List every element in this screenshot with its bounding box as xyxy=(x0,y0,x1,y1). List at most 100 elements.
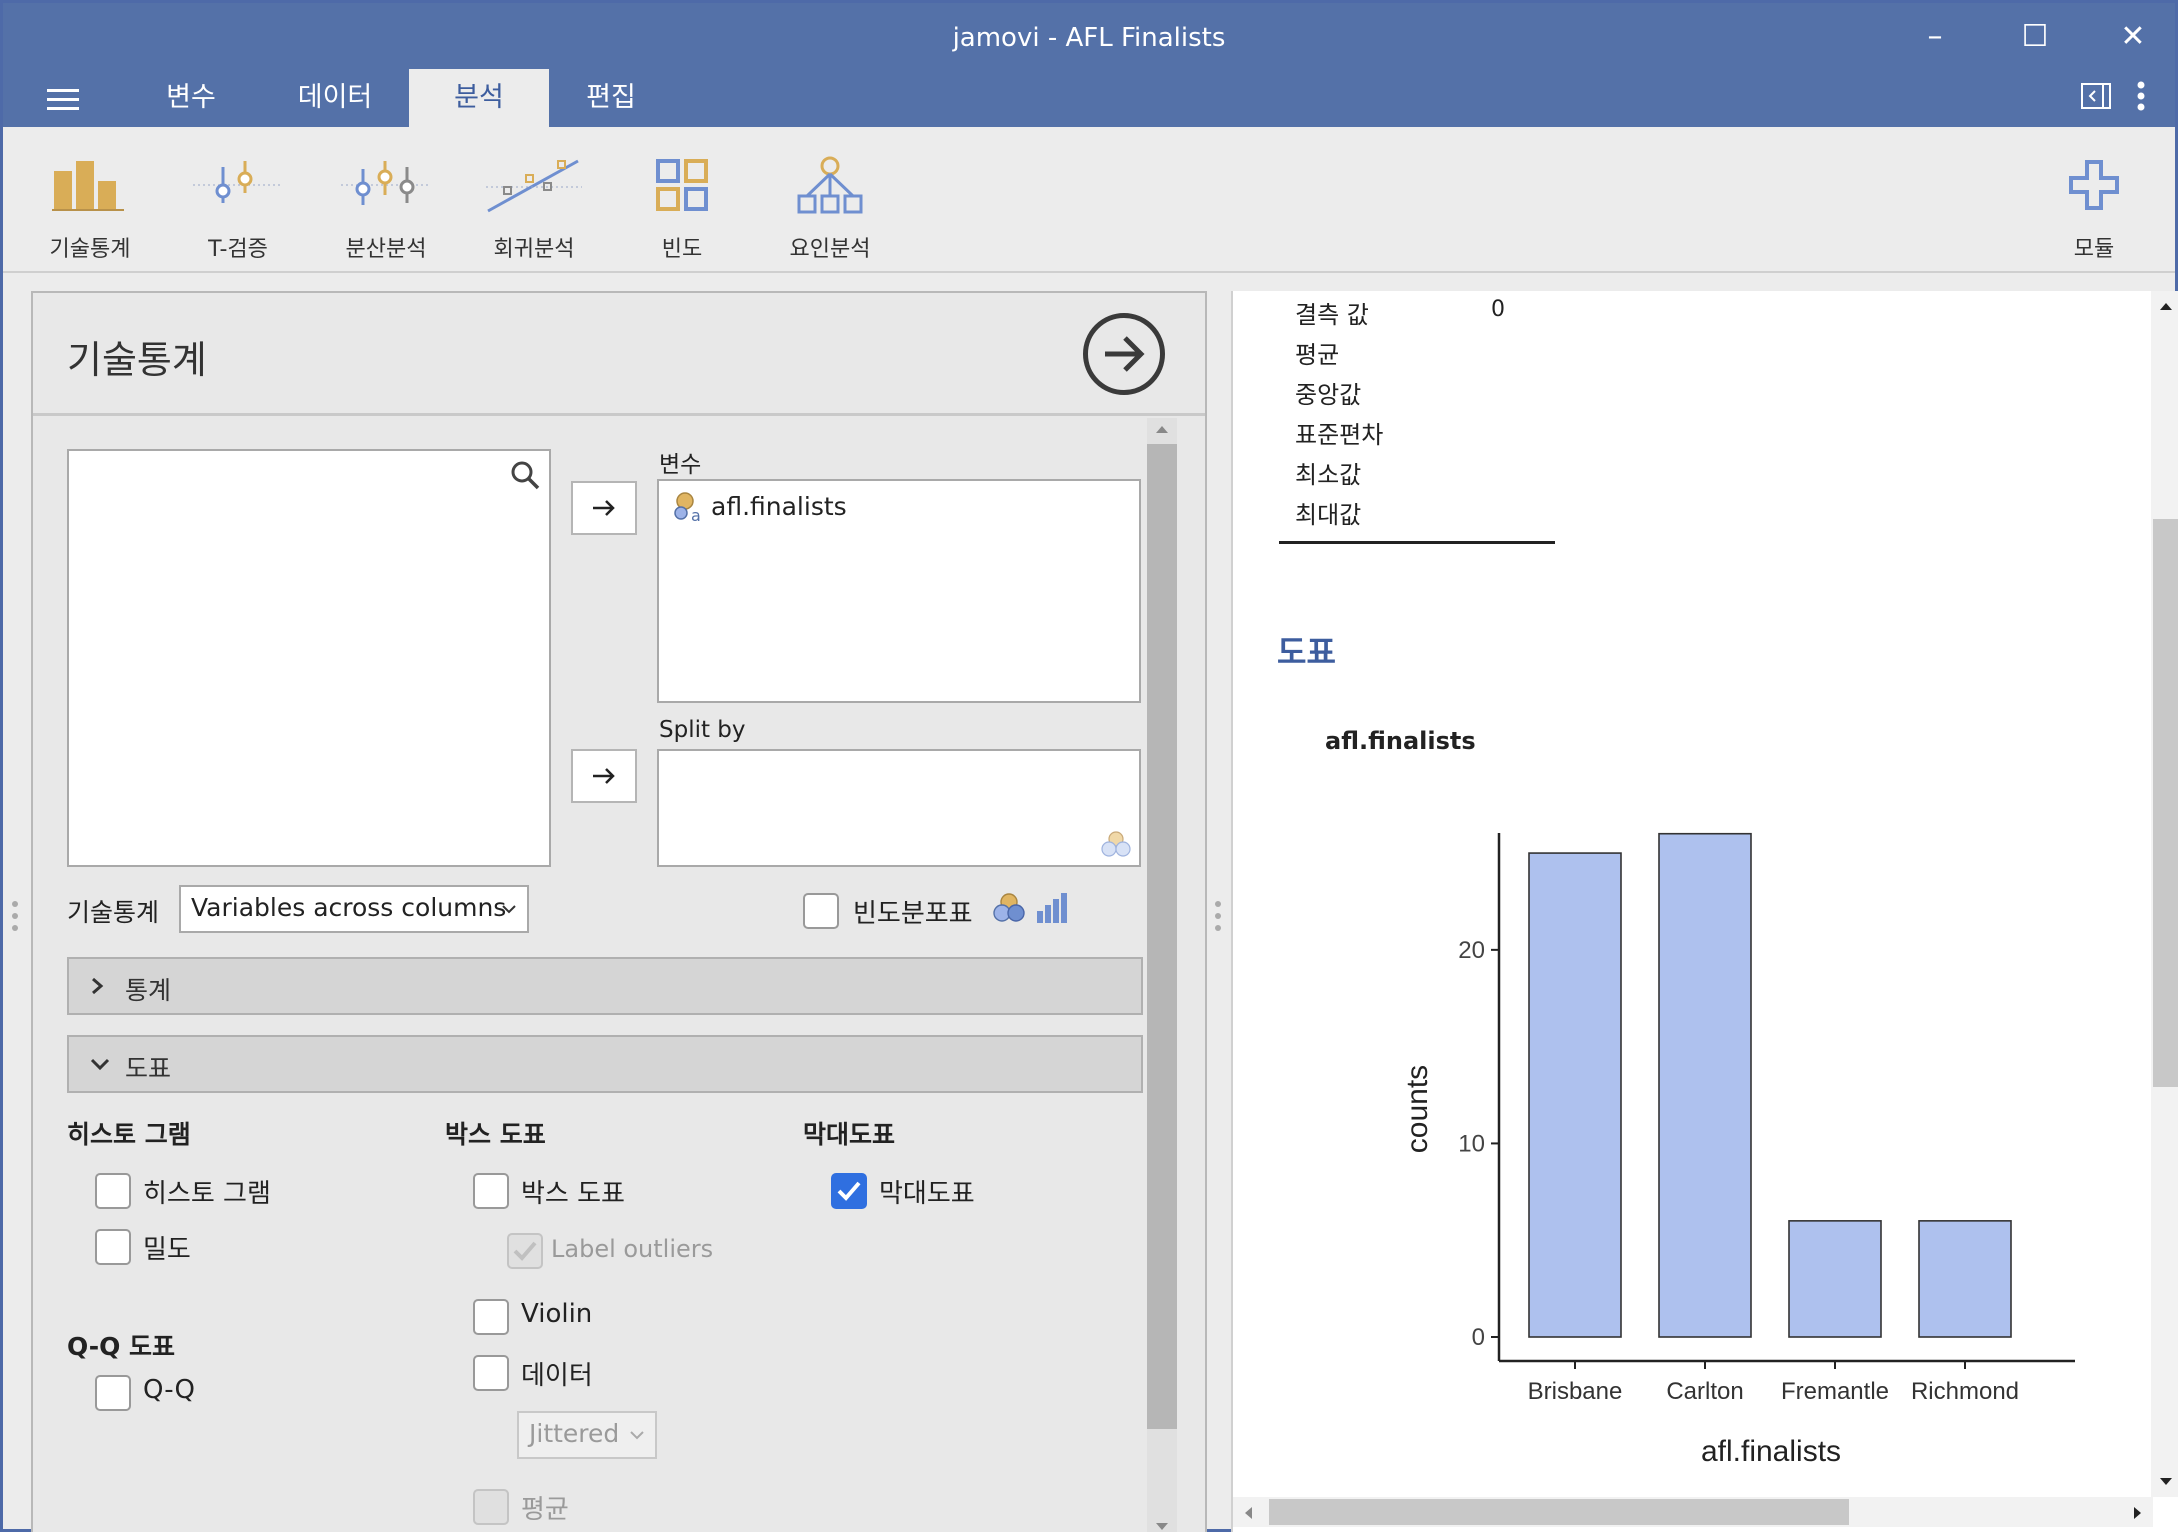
ribbon-label: T-검증 xyxy=(208,237,268,262)
x-tick-label: Richmond xyxy=(1911,1378,2019,1405)
scroll-down-icon[interactable] xyxy=(2159,1477,2173,1487)
mode-toggle-icon[interactable] xyxy=(2081,83,2111,113)
ribbon-ttest[interactable]: T-검증 xyxy=(173,153,303,263)
data-points-checkbox[interactable] xyxy=(473,1355,509,1391)
plus-icon xyxy=(2029,153,2159,217)
move-to-variables-button[interactable] xyxy=(571,481,637,535)
jitter-select: Jittered xyxy=(517,1411,657,1459)
available-variables-list[interactable] xyxy=(67,449,551,867)
results-vertical-scrollbar[interactable] xyxy=(2151,291,2178,1497)
scrollbar-thumb[interactable] xyxy=(1147,444,1177,1429)
tab-variables[interactable]: 변수 xyxy=(121,69,261,127)
variables-target-list[interactable]: a afl.finalists xyxy=(657,479,1141,703)
left-splitter-handle[interactable] xyxy=(12,901,18,937)
ribbon-label: 기술통계 xyxy=(49,237,131,262)
scrollbar-thumb[interactable] xyxy=(2153,519,2178,1087)
violin-label: Violin xyxy=(521,1299,593,1329)
arrow-right-icon xyxy=(593,768,615,784)
bar-chart: 0 10 20 Brisbane Carlton Fremantle Richmond afl… xyxy=(1401,832,2075,1468)
histogram-heading: 히스토 그램 xyxy=(67,1120,191,1149)
density-checkbox[interactable] xyxy=(95,1229,131,1265)
ribbon-descriptives[interactable]: 기술통계 xyxy=(25,153,155,263)
ribbon-label: 회귀분석 xyxy=(493,237,575,262)
scroll-up-icon[interactable] xyxy=(2159,301,2173,311)
anova-icon xyxy=(321,153,451,217)
descriptives-layout-select[interactable]: Variables across columns xyxy=(179,885,529,933)
scroll-left-icon[interactable] xyxy=(1243,1506,1253,1520)
plots-section-header[interactable]: 도표 xyxy=(67,1035,1143,1093)
statistics-section-label: 통계 xyxy=(125,976,172,1005)
close-button[interactable]: ✕ xyxy=(2103,15,2163,59)
app-window: jamovi - AFL Finalists – ☐ ✕ 변수 데이터 분석 편… xyxy=(0,0,2178,1532)
ribbon-label: 모듈 xyxy=(2073,237,2115,262)
factor-icon xyxy=(765,153,895,217)
move-to-split-button[interactable] xyxy=(571,749,637,803)
variables-label: 변수 xyxy=(659,452,702,478)
scroll-right-icon[interactable] xyxy=(2133,1506,2143,1520)
split-by-label: Split by xyxy=(659,717,746,743)
qq-checkbox[interactable] xyxy=(95,1375,131,1411)
options-scrollbar[interactable] xyxy=(1147,418,1177,1532)
split-by-target-list[interactable] xyxy=(657,749,1141,867)
chevron-right-icon xyxy=(92,977,104,995)
ribbon-frequencies[interactable]: 빈도 xyxy=(617,153,747,263)
ribbon-label: 빈도 xyxy=(661,237,703,262)
regression-icon xyxy=(469,153,599,217)
y-tick-label: 0 xyxy=(1472,1324,1485,1351)
x-tick-label: Fremantle xyxy=(1781,1378,1889,1405)
search-icon[interactable] xyxy=(509,459,541,491)
violin-checkbox[interactable] xyxy=(473,1299,509,1335)
title-bar: jamovi - AFL Finalists – ☐ ✕ 변수 데이터 분석 편… xyxy=(3,3,2175,127)
panel-splitter-handle[interactable] xyxy=(1215,901,1221,937)
ttest-icon xyxy=(173,153,303,217)
ribbon-label: 분산분석 xyxy=(345,237,427,262)
ribbon-factor[interactable]: 요인분석 xyxy=(765,153,895,263)
ribbon-modules[interactable]: 모듈 xyxy=(2029,153,2159,263)
bar-chart-icon xyxy=(1037,893,1067,923)
tab-data[interactable]: 데이터 xyxy=(265,69,405,127)
qq-label: Q-Q xyxy=(143,1375,195,1405)
checkmark-icon xyxy=(837,1181,861,1201)
boxplot-label: 박스 도표 xyxy=(521,1179,625,1209)
select-value: Jittered xyxy=(529,1419,620,1448)
ribbon-regression[interactable]: 회귀분석 xyxy=(469,153,599,263)
arrow-right-circle-icon xyxy=(1105,336,1145,372)
variable-item[interactable]: a afl.finalists xyxy=(671,489,847,523)
barplot-heading: 막대도표 xyxy=(803,1120,896,1149)
frequency-tables-label: 빈도분포표 xyxy=(853,899,973,929)
ribbon-anova[interactable]: 분산분석 xyxy=(321,153,451,263)
barplot-checkbox[interactable] xyxy=(831,1173,867,1209)
scroll-up-icon[interactable] xyxy=(1155,424,1169,434)
bar-chart-icon xyxy=(25,153,155,217)
options-panel: 기술통계 변수 a afl.finalists Split by 기술통계 Va… xyxy=(31,291,1207,1532)
histogram-checkbox[interactable] xyxy=(95,1173,131,1209)
qq-heading: Q-Q 도표 xyxy=(67,1332,176,1361)
mean-label: 평균 xyxy=(521,1495,569,1525)
descriptives-layout-label: 기술통계 xyxy=(67,898,160,927)
x-tick-label: Brisbane xyxy=(1528,1378,1623,1405)
bar xyxy=(1788,1220,1882,1338)
boxplot-heading: 박스 도표 xyxy=(445,1120,546,1149)
scrollbar-thumb[interactable] xyxy=(1269,1499,1849,1525)
more-options-icon[interactable] xyxy=(2137,81,2145,115)
chevron-down-icon xyxy=(502,905,516,914)
tab-analyses[interactable]: 분석 xyxy=(409,69,549,127)
svg-text:a: a xyxy=(691,506,701,523)
maximize-button[interactable]: ☐ xyxy=(2005,15,2065,59)
boxplot-checkbox[interactable] xyxy=(473,1173,509,1209)
run-analysis-button[interactable] xyxy=(1083,313,1165,395)
hamburger-menu-icon[interactable] xyxy=(47,89,79,111)
chevron-down-icon xyxy=(630,1431,644,1440)
minimize-button[interactable]: – xyxy=(1905,15,1965,59)
density-label: 밀도 xyxy=(143,1235,191,1265)
panel-divider xyxy=(33,413,1205,416)
scroll-down-icon[interactable] xyxy=(1155,1522,1169,1532)
window-title: jamovi - AFL Finalists xyxy=(952,23,1226,53)
frequencies-icon xyxy=(617,153,747,217)
tab-edit[interactable]: 편집 xyxy=(541,69,681,127)
histogram-label: 히스토 그램 xyxy=(143,1179,271,1209)
frequency-tables-checkbox[interactable] xyxy=(803,893,839,929)
statistics-section-header[interactable]: 통계 xyxy=(67,957,1143,1015)
variable-types-icon xyxy=(1101,831,1131,857)
results-horizontal-scrollbar[interactable] xyxy=(1233,1497,2153,1527)
